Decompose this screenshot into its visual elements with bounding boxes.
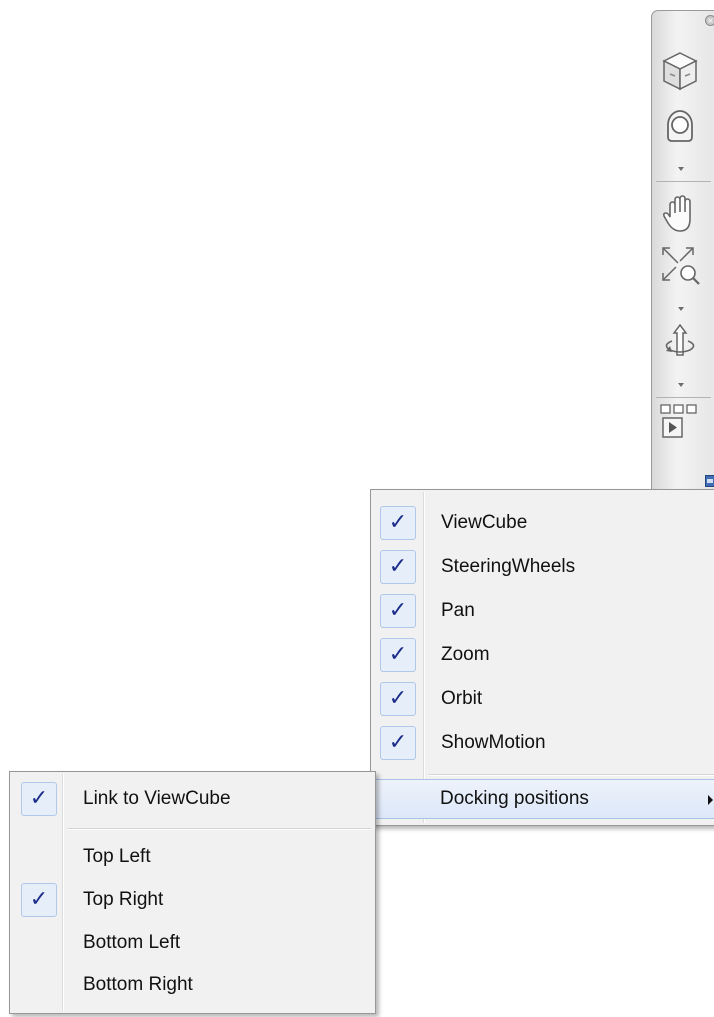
viewcube-icon[interactable] xyxy=(658,49,702,93)
customize-menu-icon[interactable] xyxy=(705,475,714,487)
divider xyxy=(656,397,711,398)
menu-item-link-to-viewcube[interactable]: ✓ Link to ViewCube xyxy=(12,779,373,819)
chevron-down-icon[interactable] xyxy=(678,307,684,311)
menu-item-label: Bottom Right xyxy=(83,974,193,995)
pan-hand-icon[interactable] xyxy=(658,191,702,235)
menu-item-label: Link to ViewCube xyxy=(83,788,231,809)
menu-item-docking-positions[interactable]: Docking positions xyxy=(373,779,714,819)
menu-item-zoom[interactable]: ✓ Zoom xyxy=(373,635,714,675)
menu-item-orbit[interactable]: ✓ Orbit xyxy=(373,679,714,719)
navigation-bar: × xyxy=(651,10,714,490)
check-icon: ✓ xyxy=(380,550,416,584)
check-icon: ✓ xyxy=(380,726,416,760)
submenu-arrow-icon xyxy=(708,795,713,805)
check-icon: ✓ xyxy=(380,594,416,628)
menu-item-top-left[interactable]: Top Left xyxy=(12,837,373,877)
menu-item-top-right[interactable]: ✓ Top Right xyxy=(12,880,373,920)
zoom-icon[interactable] xyxy=(658,243,702,287)
check-icon: ✓ xyxy=(380,506,416,540)
divider xyxy=(656,181,711,182)
chevron-down-icon[interactable] xyxy=(678,167,684,171)
close-icon[interactable]: × xyxy=(705,15,714,26)
menu-item-showmotion[interactable]: ✓ ShowMotion xyxy=(373,723,714,763)
menu-item-label: Bottom Left xyxy=(83,932,181,953)
check-icon: ✓ xyxy=(380,638,416,672)
menu-item-label: Top Right xyxy=(83,889,164,910)
menu-item-label: SteeringWheels xyxy=(441,556,576,577)
chevron-down-icon[interactable] xyxy=(678,383,684,387)
menu-item-label: Docking positions xyxy=(440,788,589,809)
menu-item-label: Zoom xyxy=(441,644,490,665)
navbar-context-menu: ✓ ViewCube ✓ SteeringWheels ✓ Pan ✓ Zoom… xyxy=(370,489,714,826)
menu-item-label: Pan xyxy=(441,600,475,621)
menu-item-steeringwheels[interactable]: ✓ SteeringWheels xyxy=(373,547,714,587)
menu-item-label: Top Left xyxy=(83,846,151,867)
menu-item-label: Orbit xyxy=(441,688,483,709)
menu-item-pan[interactable]: ✓ Pan xyxy=(373,591,714,631)
menu-item-label: ViewCube xyxy=(441,512,528,533)
check-icon: ✓ xyxy=(21,883,57,917)
menu-item-bottom-right[interactable]: Bottom Right xyxy=(12,965,373,1005)
docking-positions-submenu: ✓ Link to ViewCube Top Left ✓ Top Right … xyxy=(9,771,376,1014)
menu-item-label: ShowMotion xyxy=(441,732,546,753)
menu-separator xyxy=(429,774,714,776)
steering-wheel-icon[interactable] xyxy=(658,103,702,147)
menu-item-bottom-left[interactable]: Bottom Left xyxy=(12,923,373,963)
showmotion-icon[interactable] xyxy=(658,403,702,447)
check-icon: ✓ xyxy=(21,782,57,816)
check-icon: ✓ xyxy=(380,682,416,716)
menu-separator xyxy=(68,828,371,830)
orbit-icon[interactable] xyxy=(658,321,702,365)
menu-item-viewcube[interactable]: ✓ ViewCube xyxy=(373,503,714,543)
